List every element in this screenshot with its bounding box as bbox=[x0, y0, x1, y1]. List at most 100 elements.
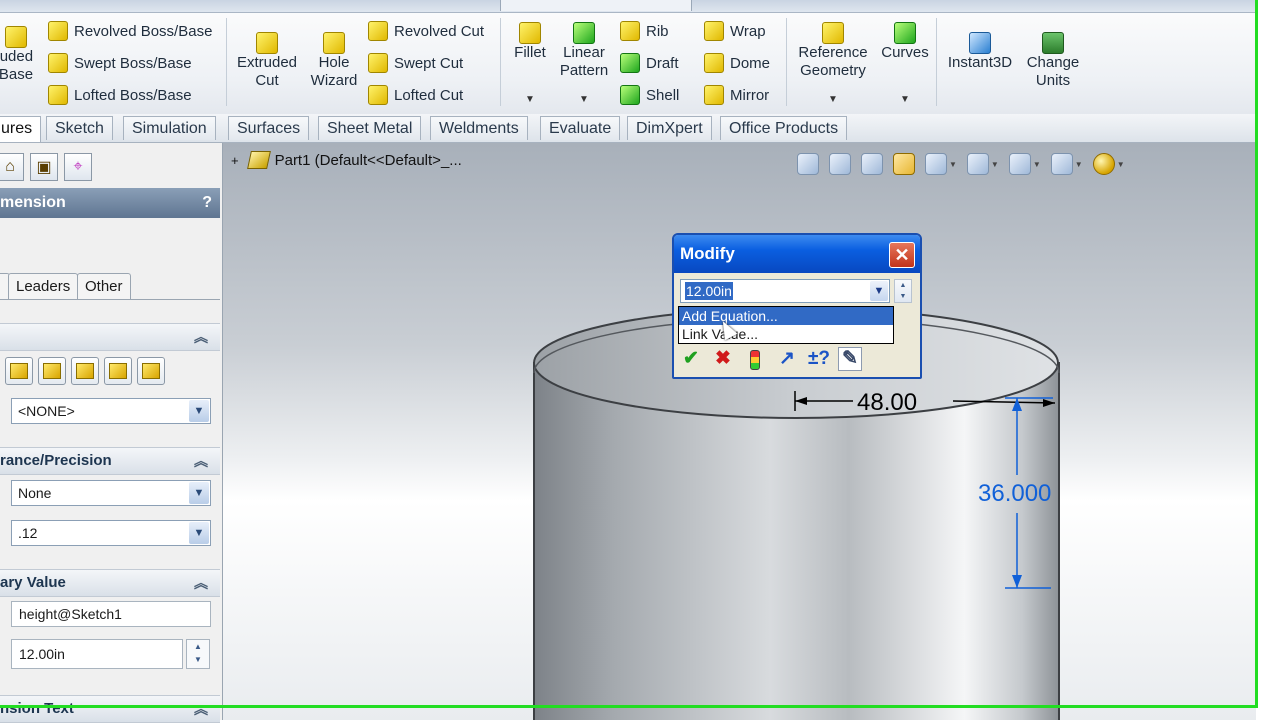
zoom-to-area-icon[interactable] bbox=[829, 153, 851, 175]
dropdown-arrow-icon[interactable]: ▼ bbox=[949, 160, 957, 169]
draft-button[interactable]: Draft bbox=[620, 53, 679, 73]
display-style-icon[interactable] bbox=[966, 153, 989, 175]
change-units-button[interactable]: Change Units bbox=[1022, 32, 1084, 90]
primary-value-name-field[interactable]: height@Sketch1 bbox=[11, 601, 211, 627]
chevron-down-icon[interactable]: ▼ bbox=[189, 400, 209, 422]
tab-simulation[interactable]: Simulation bbox=[123, 116, 216, 140]
lofted-cut-button[interactable]: Lofted Cut bbox=[368, 85, 463, 105]
delete-favorite-icon[interactable] bbox=[71, 357, 99, 385]
shell-label: Shell bbox=[646, 86, 680, 104]
view-orientation-icon[interactable] bbox=[925, 153, 947, 175]
dropdown-arrow-icon[interactable]: ▼ bbox=[1117, 160, 1125, 169]
mirror-button[interactable]: Mirror bbox=[704, 85, 769, 105]
apply-scene-icon[interactable] bbox=[1092, 153, 1115, 175]
increment-settings-icon[interactable]: ✎ bbox=[838, 347, 862, 371]
load-favorite-icon[interactable] bbox=[137, 357, 165, 385]
edit-appearance-icon[interactable] bbox=[1050, 153, 1073, 175]
hide-show-items-icon[interactable] bbox=[1008, 153, 1031, 175]
link-value-menu-item[interactable]: Link Value... bbox=[679, 325, 893, 343]
rebuild-traffic-light-icon[interactable] bbox=[742, 347, 768, 371]
tab-surfaces[interactable]: Surfaces bbox=[228, 116, 310, 140]
value-context-menu: Add Equation... Link Value... bbox=[678, 306, 894, 344]
hole-wizard-button[interactable]: Hole Wizard bbox=[306, 32, 362, 90]
help-icon[interactable]: ? bbox=[202, 188, 212, 218]
extruded-cut-button[interactable]: Extruded Cut bbox=[234, 32, 300, 90]
dome-button[interactable]: Dome bbox=[704, 53, 770, 73]
wrap-button[interactable]: Wrap bbox=[704, 21, 766, 41]
previous-view-icon[interactable] bbox=[861, 153, 883, 175]
collapse-chevron-icon[interactable]: ︽ bbox=[194, 448, 208, 474]
dropdown-arrow-icon[interactable]: ▼ bbox=[1075, 160, 1083, 169]
subtab-leaders[interactable]: Leaders bbox=[8, 273, 79, 299]
zoom-to-fit-icon[interactable] bbox=[797, 153, 819, 175]
extruded-cut-icon bbox=[256, 32, 278, 54]
width-dimension[interactable]: 48.00 bbox=[857, 389, 917, 417]
tab-evaluate[interactable]: Evaluate bbox=[540, 116, 621, 140]
collapse-chevron-icon[interactable]: ︽ bbox=[194, 324, 208, 350]
width-dimension-line-right bbox=[952, 400, 1056, 404]
fillet-dropdown-icon[interactable]: ▼ bbox=[525, 94, 535, 105]
linear-pattern-dropdown-icon[interactable]: ▼ bbox=[579, 94, 589, 105]
fillet-button[interactable]: Fillet bbox=[508, 22, 552, 62]
dropdown-arrow-icon[interactable]: ▼ bbox=[991, 160, 999, 169]
swept-cut-button[interactable]: Swept Cut bbox=[368, 53, 463, 73]
lofted-boss-button[interactable]: Lofted Boss/Base bbox=[48, 85, 192, 105]
reverse-sense-icon[interactable]: ↗ bbox=[774, 347, 800, 371]
expand-icon[interactable]: + bbox=[231, 153, 239, 168]
modify-dialog-titlebar[interactable]: Modify bbox=[674, 235, 920, 273]
subtab-other[interactable]: Other bbox=[77, 273, 131, 299]
feature-tree-flyout[interactable]: + Part1 (Default<<Default>_... bbox=[231, 151, 462, 169]
primary-value-section-header[interactable]: ary Value ︽ bbox=[0, 569, 220, 597]
graphics-area[interactable]: + Part1 (Default<<Default>_... ▼ ▼ ▼ ▼ ▼ bbox=[223, 143, 1256, 720]
add-equation-menu-item[interactable]: Add Equation... bbox=[679, 307, 893, 325]
swept-boss-button[interactable]: Swept Boss/Base bbox=[48, 53, 192, 73]
favorite-section-header[interactable]: ︽ bbox=[0, 323, 220, 351]
close-icon[interactable]: ✕ bbox=[889, 242, 915, 268]
instant3d-button[interactable]: Instant3D bbox=[944, 32, 1016, 72]
property-manager-tab-icon[interactable]: ▣ bbox=[30, 153, 58, 181]
tolerance-type-select[interactable]: None ▼ bbox=[11, 480, 211, 506]
apply-default-icon[interactable] bbox=[5, 357, 33, 385]
curves-button[interactable]: Curves bbox=[878, 22, 932, 62]
shell-button[interactable]: Shell bbox=[620, 85, 679, 105]
rib-button[interactable]: Rib bbox=[620, 21, 669, 41]
dimxpert-manager-tab-icon[interactable]: ⌖ bbox=[64, 153, 92, 181]
ok-check-icon[interactable]: ✔ bbox=[678, 347, 704, 371]
tab-sketch[interactable]: Sketch bbox=[46, 116, 113, 140]
lofted-boss-label: Lofted Boss/Base bbox=[74, 86, 192, 104]
tab-dimxpert[interactable]: DimXpert bbox=[627, 116, 712, 140]
dimension-text-section-header[interactable]: nsion Text ︽ bbox=[0, 695, 220, 723]
value-spinner[interactable]: ▲ ▼ bbox=[894, 279, 912, 303]
height-dimension[interactable]: 36.000 bbox=[978, 480, 1051, 508]
collapse-chevron-icon[interactable]: ︽ bbox=[194, 570, 208, 596]
rib-icon bbox=[620, 21, 640, 41]
feature-manager-tab-icon[interactable]: ⌂ bbox=[0, 153, 24, 181]
tab-office-products[interactable]: Office Products bbox=[720, 116, 848, 140]
precision-select[interactable]: .12 ▼ bbox=[11, 520, 211, 546]
favorite-style-select[interactable]: <NONE> ▼ bbox=[11, 398, 211, 424]
tab-sheet-metal[interactable]: Sheet Metal bbox=[318, 116, 422, 140]
revolved-boss-button[interactable]: Revolved Boss/Base bbox=[48, 21, 212, 41]
add-favorite-icon[interactable] bbox=[38, 357, 66, 385]
revolved-cut-button[interactable]: Revolved Cut bbox=[368, 21, 484, 41]
reference-geometry-button[interactable]: Reference Geometry bbox=[794, 22, 872, 80]
save-favorite-icon[interactable] bbox=[104, 357, 132, 385]
mark-for-drawing-icon[interactable]: ±? bbox=[806, 347, 832, 371]
section-view-icon[interactable] bbox=[893, 153, 915, 175]
reference-geometry-dropdown-icon[interactable]: ▼ bbox=[828, 94, 838, 105]
cancel-x-icon[interactable]: ✖ bbox=[710, 347, 736, 371]
chevron-down-icon[interactable]: ▼ bbox=[189, 482, 209, 504]
chevron-down-icon[interactable]: ▼ bbox=[189, 522, 209, 544]
extruded-boss-button[interactable]: uded Base bbox=[0, 26, 38, 84]
primary-value-spinner[interactable]: ▲ ▼ bbox=[186, 639, 210, 669]
tolerance-section-header[interactable]: rance/Precision ︽ bbox=[0, 447, 220, 475]
modify-value-input[interactable]: 12.00in bbox=[680, 279, 890, 303]
linear-pattern-button[interactable]: Linear Pattern bbox=[556, 22, 612, 80]
tab-ures[interactable]: ures bbox=[0, 116, 42, 142]
curves-dropdown-icon[interactable]: ▼ bbox=[900, 94, 910, 105]
primary-value-field[interactable]: 12.00in bbox=[11, 639, 183, 669]
tab-weldments[interactable]: Weldments bbox=[430, 116, 528, 140]
collapse-chevron-icon[interactable]: ︽ bbox=[194, 696, 208, 722]
dropdown-arrow-icon[interactable]: ▼ bbox=[1033, 160, 1041, 169]
chevron-down-icon[interactable]: ▼ bbox=[870, 281, 888, 301]
